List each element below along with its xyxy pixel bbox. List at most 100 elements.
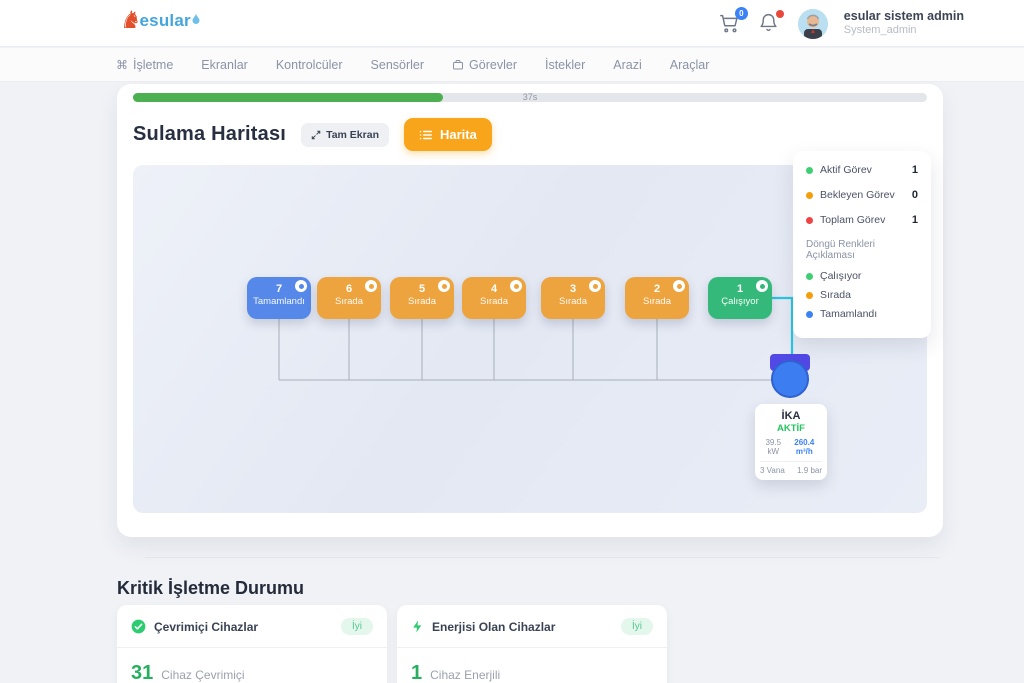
notification-dot — [776, 10, 784, 18]
nav-item-ekranlar[interactable]: Ekranlar — [201, 58, 248, 72]
bolt-icon — [411, 619, 424, 634]
legend-label: Bekleyen Görev — [820, 189, 905, 201]
check-circle-icon — [131, 619, 146, 634]
legend-value: 1 — [912, 214, 918, 226]
device-pressure: 1.9 bar — [797, 466, 822, 475]
status-badge: İyi — [341, 618, 373, 635]
nav-label: Sensörler — [371, 58, 425, 72]
node-status: Sırada — [390, 296, 454, 308]
online-devices-card: Çevrimiçi Cihazlar İyi 31 Cihaz Çevrimiç… — [117, 605, 387, 683]
user-menu[interactable]: esular sistem admin System_admin — [844, 9, 964, 38]
legend-stat-waiting: Bekleyen Görev 0 — [806, 189, 918, 201]
user-role: System_admin — [844, 24, 964, 38]
legend-stat-active: Aktif Görev 1 — [806, 164, 918, 176]
device-status: AKTİF — [760, 423, 822, 434]
powered-count: 1 — [411, 662, 422, 683]
nav-label: İstekler — [545, 58, 585, 72]
device-power: 39.5 kW — [760, 438, 787, 456]
top-header: ♞ esular 0 esular sistem admin System_ad… — [0, 0, 1024, 47]
section-divider — [145, 557, 940, 558]
status-badge-icon — [365, 280, 377, 292]
status-badge: İyi — [621, 618, 653, 635]
orange-dot-icon — [806, 292, 813, 299]
status-badge-icon — [673, 280, 685, 292]
cycle-node-3[interactable]: 3 Sırada — [541, 277, 605, 319]
nav-label: Arazi — [613, 58, 641, 72]
nav-item-kontrolculer[interactable]: Kontrolcüler — [276, 58, 343, 72]
notifications-button[interactable] — [758, 12, 782, 36]
user-avatar[interactable] — [798, 9, 828, 39]
nav-item-istekler[interactable]: İstekler — [545, 58, 585, 72]
nav-item-arazi[interactable]: Arazi — [613, 58, 641, 72]
fullscreen-button[interactable]: Tam Ekran — [301, 123, 389, 147]
nav-item-araclar[interactable]: Araçlar — [670, 58, 710, 72]
device-name: İKA — [760, 410, 822, 422]
legend-cycle-completed: Tamamlandı — [806, 308, 918, 320]
green-dot-icon — [806, 167, 813, 174]
map-button-label: Harita — [440, 127, 477, 142]
legend-value: 1 — [912, 164, 918, 176]
legend-label: Aktif Görev — [820, 164, 905, 176]
list-icon — [419, 129, 433, 141]
app-logo[interactable]: ♞ esular — [120, 9, 200, 33]
status-badge-icon — [438, 280, 450, 292]
map-button[interactable]: Harita — [404, 118, 492, 151]
legend-cycle-queued: Sırada — [806, 289, 918, 301]
page-title: Sulama Haritası — [133, 123, 286, 146]
cycle-node-7[interactable]: 7 Tamamlandı — [247, 277, 311, 319]
green-dot-icon — [806, 273, 813, 280]
node-status: Sırada — [317, 296, 381, 308]
nav-label: İşletme — [133, 58, 173, 72]
online-count: 31 — [131, 662, 153, 683]
legend-label: Çalışıyor — [820, 270, 918, 282]
progress-time-label: 37s — [133, 92, 927, 102]
pump-icon[interactable] — [771, 360, 809, 398]
node-status: Sırada — [462, 296, 526, 308]
cycle-node-2[interactable]: 2 Sırada — [625, 277, 689, 319]
nav-item-sensorler[interactable]: Sensörler — [371, 58, 425, 72]
legend-label: Tamamlandı — [820, 308, 918, 320]
main-nav: ⌘ İşletme Ekranlar Kontrolcüler Sensörle… — [0, 48, 1024, 82]
nav-label: Kontrolcüler — [276, 58, 343, 72]
fullscreen-label: Tam Ekran — [326, 129, 379, 141]
red-dot-icon — [806, 217, 813, 224]
cycle-node-1[interactable]: 1 Çalışıyor — [708, 277, 772, 319]
node-status: Tamamlandı — [247, 296, 311, 308]
cart-count-badge: 0 — [735, 7, 748, 20]
node-status: Sırada — [625, 296, 689, 308]
online-label: Cihaz Çevrimiçi — [161, 668, 244, 682]
cart-button[interactable]: 0 — [718, 12, 742, 36]
card-title: Enerjisi Olan Cihazlar — [432, 620, 613, 634]
cycle-progress-bar: 37s — [133, 93, 927, 102]
device-valves: 3 Vana — [760, 466, 785, 475]
powered-label: Cihaz Enerjili — [430, 668, 500, 682]
legend-cycle-running: Çalışıyor — [806, 270, 918, 282]
cycle-node-6[interactable]: 6 Sırada — [317, 277, 381, 319]
avatar-image — [798, 9, 828, 39]
legend-section-title: Döngü Renkleri Açıklaması — [806, 239, 918, 261]
card-title: Çevrimiçi Cihazlar — [154, 620, 333, 634]
status-badge-icon — [756, 280, 768, 292]
cycle-node-4[interactable]: 4 Sırada — [462, 277, 526, 319]
node-status: Sırada — [541, 296, 605, 308]
briefcase-icon — [452, 59, 464, 71]
nav-label: Ekranlar — [201, 58, 248, 72]
water-drop-icon — [192, 13, 200, 24]
legend-label: Sırada — [820, 289, 918, 301]
powered-devices-card: Enerjisi Olan Cihazlar İyi 1 Cihaz Enerj… — [397, 605, 667, 683]
cycle-node-5[interactable]: 5 Sırada — [390, 277, 454, 319]
nav-item-isletme[interactable]: ⌘ İşletme — [116, 58, 173, 72]
nav-item-gorevler[interactable]: Görevler — [452, 58, 517, 72]
command-icon: ⌘ — [116, 58, 128, 72]
status-badge-icon — [295, 280, 307, 292]
nav-label: Görevler — [469, 58, 517, 72]
nav-label: Araçlar — [670, 58, 710, 72]
orange-dot-icon — [806, 192, 813, 199]
legend-panel: Aktif Görev 1 Bekleyen Görev 0 Toplam Gö… — [793, 151, 931, 338]
node-status: Çalışıyor — [708, 296, 772, 308]
status-badge-icon — [589, 280, 601, 292]
user-name: esular sistem admin — [844, 9, 964, 25]
horse-logo-icon: ♞ — [120, 9, 142, 33]
device-info-card[interactable]: İKA AKTİF 39.5 kW 260.4 m³/h 3 Vana 1.9 … — [755, 404, 827, 480]
status-badge-icon — [510, 280, 522, 292]
